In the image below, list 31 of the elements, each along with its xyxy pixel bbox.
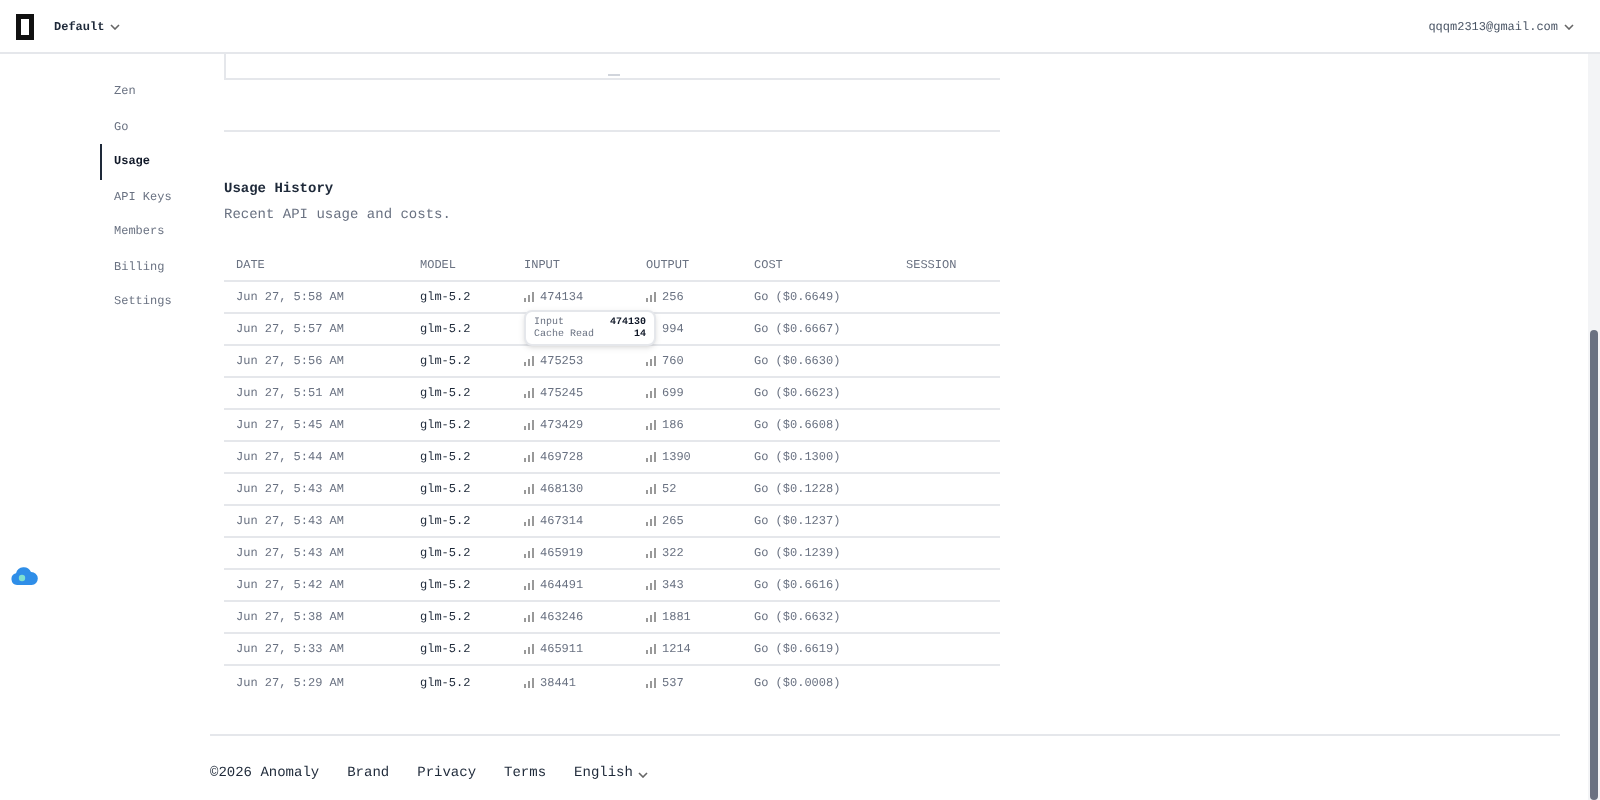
bar-chart-icon <box>524 612 534 622</box>
scrollbar-thumb[interactable] <box>1590 330 1598 800</box>
bar-chart-icon <box>646 388 656 398</box>
bar-chart-icon <box>524 644 534 654</box>
bar-chart-icon <box>524 548 534 558</box>
bar-chart-icon <box>646 484 656 494</box>
caret-icon <box>1564 23 1574 29</box>
bar-chart-icon <box>524 388 534 398</box>
bar-chart-icon <box>524 580 534 590</box>
bar-chart-icon <box>524 484 534 494</box>
bar-chart-icon <box>524 452 534 462</box>
scrollbar[interactable] <box>1588 54 1600 800</box>
caret-icon <box>638 771 649 778</box>
bar-chart-icon <box>646 580 656 590</box>
bar-chart-icon <box>524 516 534 526</box>
bar-chart-icon <box>646 452 656 462</box>
caret-icon <box>110 23 121 29</box>
logo-icon[interactable] <box>16 13 34 39</box>
bar-chart-icon <box>524 420 534 430</box>
bar-chart-icon <box>646 292 656 302</box>
bar-chart-icon <box>524 356 534 366</box>
cloud-icon[interactable] <box>10 564 38 586</box>
bar-chart-icon <box>646 644 656 654</box>
bar-chart-icon <box>524 292 534 302</box>
bar-chart-icon <box>646 612 656 622</box>
bar-chart-icon <box>646 356 656 366</box>
bar-chart-icon <box>646 677 656 687</box>
bar-chart-icon <box>646 516 656 526</box>
bar-chart-icon <box>524 677 534 687</box>
bar-chart-icon <box>646 548 656 558</box>
bar-chart-icon <box>646 420 656 430</box>
